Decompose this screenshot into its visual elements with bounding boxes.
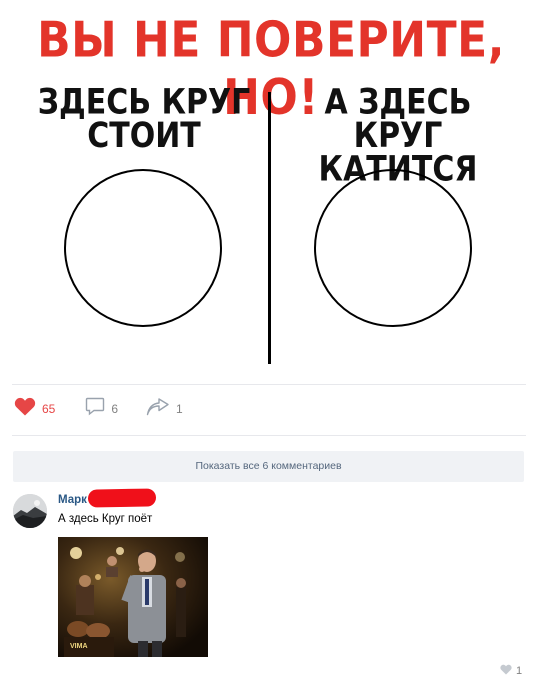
right-circle [314,169,472,327]
share-icon [146,397,170,421]
comment-count: 6 [111,402,119,416]
left-caption: ЗДЕСЬ КРУГ СТОИТ [29,82,259,157]
post-actions-bar: 65 6 1 [14,397,205,421]
heart-icon [14,397,36,421]
post-image[interactable]: ВЫ НЕ ПОВЕРИТЕ, НО! ЗДЕСЬ КРУГ СТОИТ А З… [0,0,542,380]
show-all-comments-button[interactable]: Показать все 6 комментариев [13,451,524,482]
left-caption-line1: ЗДЕСЬ КРУГ [37,82,251,123]
left-caption-line2: СТОИТ [87,115,201,157]
comment-button[interactable]: 6 [85,397,118,421]
right-caption-line1: А ЗДЕСЬ КРУГ [324,82,472,157]
comment-text: А здесь Круг поёт [58,513,153,525]
comment-icon [85,397,105,421]
vertical-divider [268,92,271,364]
separator [12,435,526,436]
avatar[interactable] [13,494,47,528]
comment-like-button[interactable]: 1 [500,662,522,680]
like-count: 65 [42,402,56,416]
comment-author[interactable]: Марк [58,494,87,506]
like-button[interactable]: 65 [14,397,55,421]
left-circle [64,169,222,327]
photo-watermark: VIMA [70,643,88,650]
comment-like-count: 1 [516,665,523,677]
share-button[interactable]: 1 [146,397,183,421]
heart-icon [500,662,512,680]
share-count: 1 [176,402,183,416]
redaction-mark [87,488,157,508]
separator [12,384,526,385]
comment-photo[interactable]: VIMA [58,537,208,657]
